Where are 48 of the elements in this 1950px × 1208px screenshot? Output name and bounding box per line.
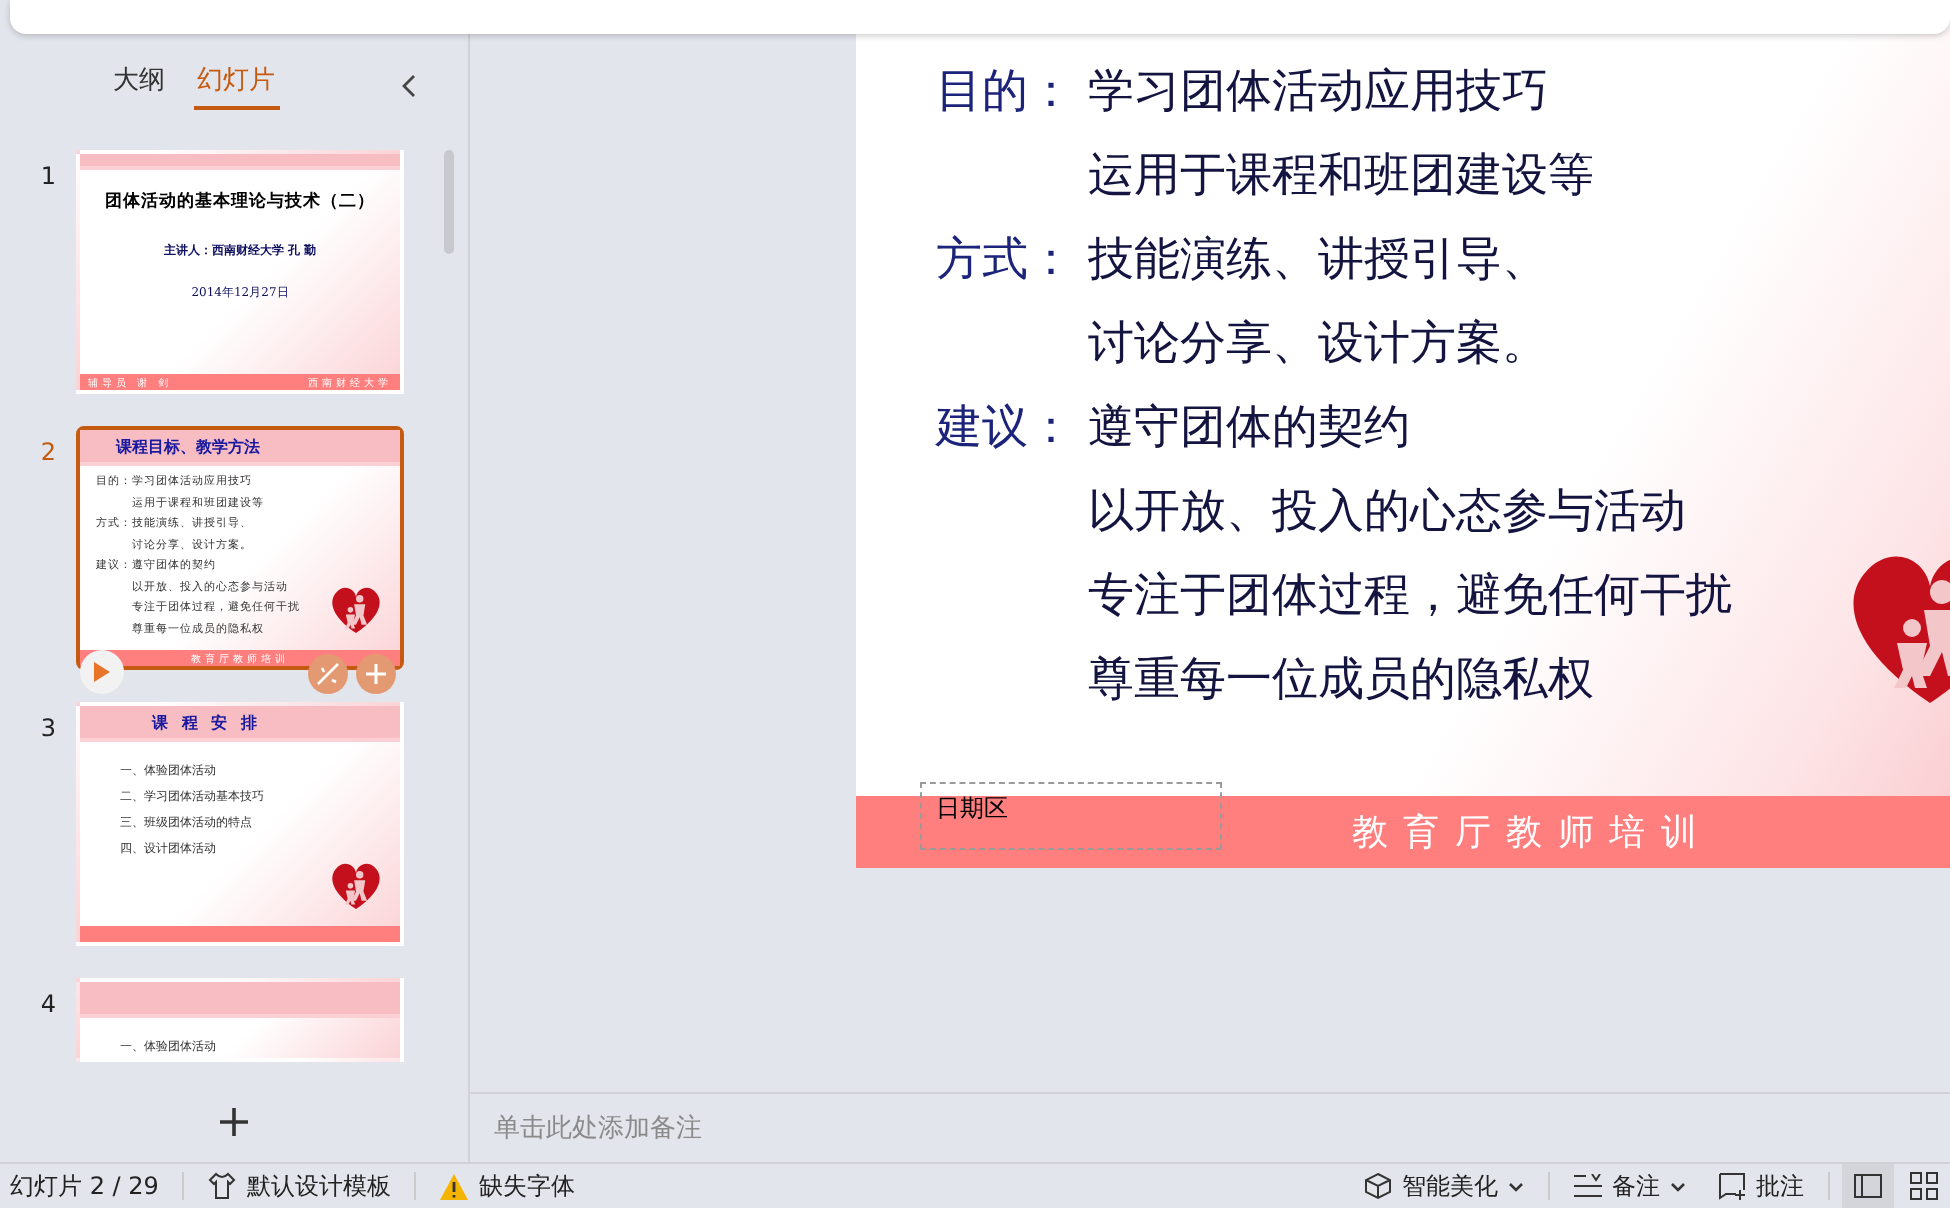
transition-button[interactable] [308,654,348,694]
caret-icon [1670,1181,1686,1191]
slide-number: 1 [38,160,56,190]
bullet-text: 遵守团体的契约 [1088,399,1410,457]
heart-drawing [328,858,384,910]
scrollbar-thumb[interactable] [444,150,454,254]
bullet-text: 技能演练、讲授引导、 [1088,231,1548,289]
comment-button[interactable]: 批注 [1702,1164,1820,1208]
comment-plus-icon [1718,1172,1746,1200]
beautify-button[interactable]: 智能美化 [1348,1164,1540,1208]
date-placeholder[interactable]: 日期区 [920,782,1222,850]
shirt-icon [208,1172,237,1200]
slide-title: 课 程 安 排 [152,711,261,733]
footer-text: 教 育 厅 教 师 培 训 [1352,810,1699,856]
caret-icon [1508,1181,1524,1191]
panel-tab[interactable]: 大纲 [109,62,169,110]
bullet-text: 尊重每一位成员的隐私权 [1088,651,1594,709]
grid-icon [1910,1172,1938,1200]
missing-fonts-button[interactable]: 缺失字体 [424,1164,591,1208]
cube-icon [1364,1172,1392,1200]
bullet-text: 学习团体活动应用技巧 [1088,63,1548,121]
play-button[interactable] [80,650,124,694]
play-icon [94,662,110,682]
template-button[interactable]: 默认设计模板 [192,1164,407,1208]
heart-drawing [328,582,384,634]
slide-number: 2 [38,436,56,466]
collapse-icon [399,72,419,100]
normal-view-icon [1854,1174,1882,1198]
normal-view-button[interactable] [1842,1164,1894,1208]
bullet-text: 讨论分享、设计方案。 [1088,315,1548,373]
slide-title: 团体活动的基本理论与技术（二） [103,190,377,214]
slide-counter: 幻灯片 2 / 29 [10,1169,161,1203]
slide-number: 4 [38,988,56,1018]
slide-number: 3 [38,712,56,742]
notes-icon [1574,1174,1602,1198]
bullet-text: 运用于课程和班团建设等 [1088,147,1594,205]
new-slide-button[interactable] [214,1102,254,1142]
bullet-label: 建议： [936,399,1076,457]
notes-button[interactable]: 备注 [1558,1164,1702,1208]
add-slide-button[interactable] [356,654,396,694]
bullet-text: 专注于团体过程，避免任何干扰 [1088,567,1732,625]
plus-icon [218,1106,250,1138]
plus-icon [364,662,388,686]
bullet-text: 以开放、投入的心态参与活动 [1088,483,1686,541]
bullet-label: 方式： [936,231,1076,289]
slide-title: 课程目标、教学方法 [116,435,260,457]
warning-icon [440,1173,469,1199]
bullet-label: 目的： [936,63,1076,121]
